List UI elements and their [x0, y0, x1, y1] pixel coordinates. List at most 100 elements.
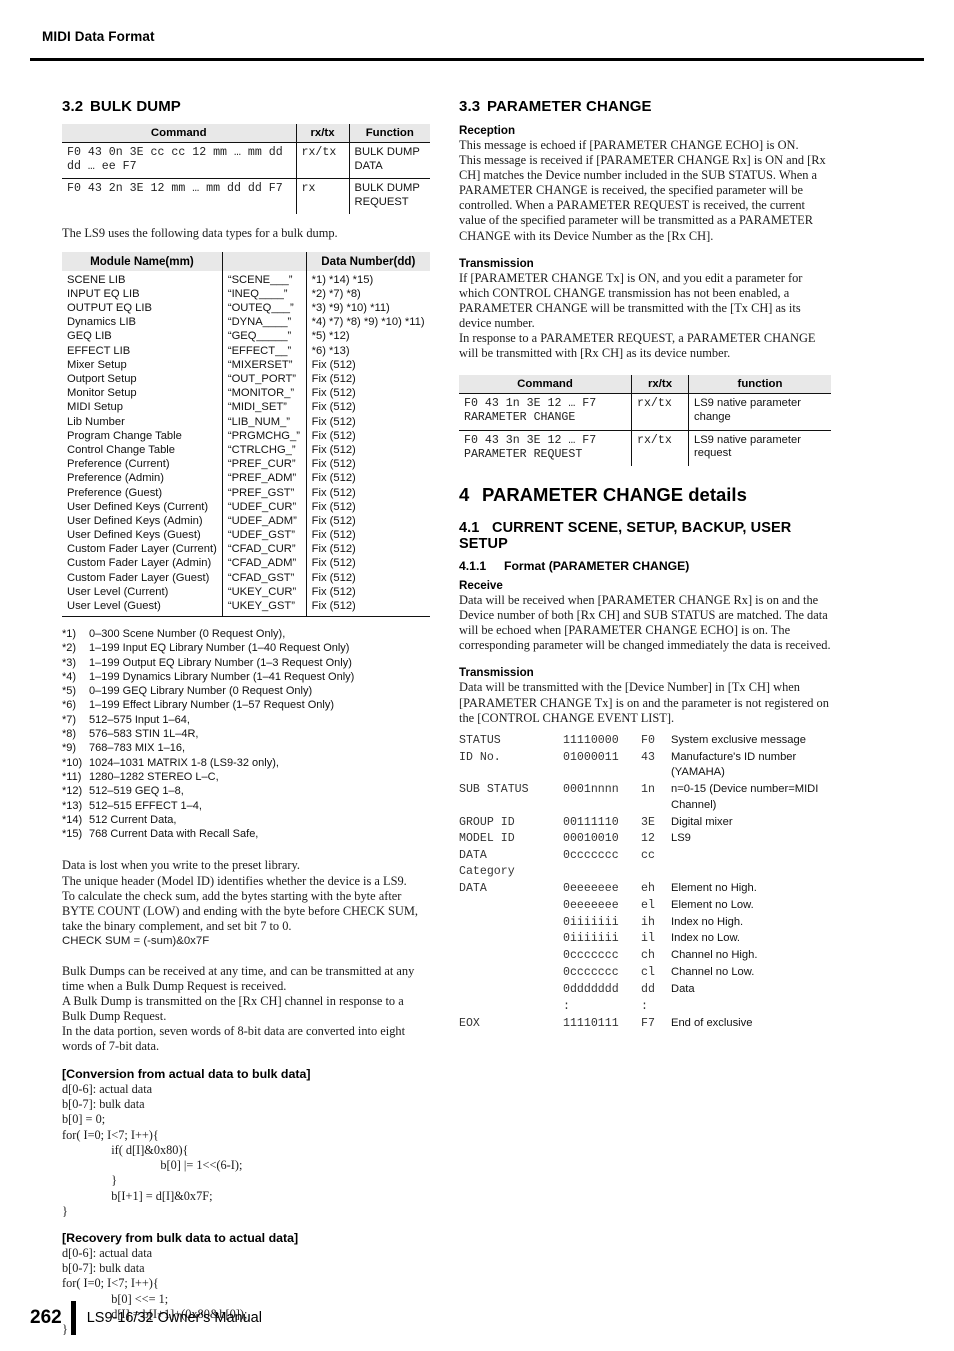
- cell-module-id: “CFAD_CUR”: [221, 542, 307, 557]
- section-title: BULK DUMP: [90, 98, 181, 115]
- format-row: 0ddddddd dd Data: [459, 982, 831, 999]
- transmission-heading-2: Transmission: [459, 666, 534, 680]
- table-row: User Level (Current) “UKEY_CUR” Fix (512): [62, 584, 430, 599]
- document-page: MIDI Data Format 3.2 BULK DUMP Command rx…: [0, 0, 954, 1351]
- table-row: Custom Fader Layer (Admin) “CFAD_ADM” Fix …: [62, 556, 430, 571]
- table-row: Preference (Current) “PREF_CUR” Fix (512): [62, 457, 430, 472]
- table-row: F0 43 2n 3E 12 mm … mm dd dd F7 rx BULK …: [62, 178, 430, 214]
- format-label: [459, 982, 563, 999]
- format-hex: dd: [641, 983, 655, 997]
- format-binary: 0001nnnn: [563, 783, 619, 797]
- format-description: [669, 999, 831, 1016]
- footnote-text: 512–515 EFFECT 1–4,: [89, 799, 202, 812]
- format-binary: 0ddddddd: [563, 983, 619, 997]
- cell-data-number: Fix (512): [305, 414, 430, 429]
- table-row: User Defined Keys (Guest) “UDEF_GST” Fix (…: [62, 527, 430, 543]
- format-row: GROUP ID 00111110 3E Digital mixer: [459, 815, 831, 832]
- cell-module-name: Mixer Setup: [67, 358, 127, 371]
- footnote-text: 512–519 GEQ 1–8,: [89, 785, 184, 798]
- cell-data-number: Fix (512): [305, 485, 430, 500]
- format-description: [669, 848, 831, 880]
- cell-module-id: “UKEY_GST”: [221, 598, 307, 617]
- table-row: Mixer Setup “MIXERSET” Fix (512): [62, 357, 430, 372]
- col-header-function: Function: [348, 124, 430, 143]
- footnote-text: 1–199 Output EQ Library Number (1–3 Requ…: [89, 656, 352, 669]
- format-row: DATA 0eeeeeee eh Element no High.: [459, 881, 831, 898]
- format-description: Digital mixer: [671, 815, 733, 828]
- subsection-number: 4.1: [459, 520, 480, 537]
- format-row: DATA Category 0ccccccc cc: [459, 848, 831, 880]
- footnote-text: 512–575 Input 1–64,: [89, 713, 190, 726]
- format-description: End of exclusive: [671, 1016, 753, 1029]
- footnote-marker: *10): [62, 756, 83, 769]
- cell-data-number: *4) *7) *8) *9) *10) *11): [305, 315, 430, 330]
- cell-module-name: SCENE LIB: [67, 273, 126, 286]
- cell-data-number: *5) *12): [305, 329, 430, 344]
- transmission-text-2: Data will be transmitted with the [Devic…: [459, 680, 829, 725]
- format-binary: 0ccccccc: [563, 966, 619, 980]
- cell-module-name: User Level (Guest): [62, 598, 223, 617]
- footnote-item: *5) 0–199 GEQ Library Number (0 Request O…: [62, 684, 430, 698]
- footnote-marker: *7): [62, 713, 77, 726]
- format-binary: 0ccccccc: [563, 849, 619, 863]
- cell-data-number: Fix (512): [305, 386, 430, 401]
- parameter-change-format-table: STATUS 11110000 F0 System exclusive message…: [459, 733, 831, 1033]
- table-row: GEQ LIB “GEQ_____” *5) *12): [62, 329, 430, 344]
- col-header-command: Command: [62, 124, 297, 143]
- format-row: MODEL ID 00010010 12 LS9: [459, 831, 831, 848]
- table-row: Monitor Setup “MONITOR_” Fix (512): [62, 386, 430, 401]
- format-label: [459, 948, 563, 965]
- bulk-dump-paragraph-2: Bulk Dumps can be received at any time, …: [62, 963, 415, 1053]
- format-label: [459, 999, 563, 1016]
- cell-module-id: “CTRLCHG_”: [221, 442, 307, 458]
- cell-function: LS9 native parameter change: [688, 393, 831, 431]
- subsection-heading-current-scene: 4.1 CURRENT SCENE, SETUP, BACKUP, USER SE…: [459, 520, 831, 552]
- cell-module-name: User Defined Keys (Current): [67, 500, 209, 513]
- table-row: Control Change Table “CTRLCHG_” Fix (512): [62, 442, 430, 458]
- bulk-dump-command-table: Command rx/tx Function F0 43 0n 3E cc cc…: [62, 124, 430, 214]
- footnote-marker: *12): [62, 785, 83, 798]
- cell-module-id: “UKEY_CUR”: [221, 584, 307, 599]
- format-binary: :: [563, 1000, 570, 1014]
- cell-module-name: Program Change Table: [67, 429, 182, 442]
- format-row: 0eeeeeee el Element no Low.: [459, 898, 831, 915]
- format-description: Index no Low.: [671, 932, 741, 945]
- section-heading-bulk-dump: 3.2 BULK DUMP: [62, 98, 430, 115]
- footnote-item: *14) 512 Current Data,: [62, 813, 430, 827]
- cell-data-number: *1) *14) *15): [305, 270, 430, 287]
- footnote-item: *12) 512–519 GEQ 1–8,: [62, 784, 430, 798]
- cell-data-number: *2) *7) *8): [305, 286, 430, 301]
- reception-text: This message is echoed if [PARAMETER CHA…: [459, 138, 826, 243]
- cell-module-name: User Level (Current): [67, 585, 169, 598]
- table-row: User Defined Keys (Current) “UDEF_CUR” Fix…: [62, 499, 430, 514]
- header-rule: [30, 58, 924, 61]
- left-column: 3.2 BULK DUMP Command rx/tx Function F0 4…: [62, 98, 430, 1337]
- cell-module-id: “OUTEQ___”: [221, 300, 307, 316]
- format-row: STATUS 11110000 F0 System exclusive message: [459, 733, 831, 750]
- footnote-marker: *1): [62, 628, 77, 640]
- page-number: 262: [30, 1307, 62, 1328]
- footnote-marker: *3): [62, 656, 77, 669]
- table-row: SCENE LIB “SCENE___” *1) *14) *15): [62, 270, 430, 287]
- format-binary: 01000011: [563, 750, 619, 764]
- table-header-row: Command rx/tx Function: [62, 124, 430, 143]
- footnote-marker: *11): [62, 770, 82, 783]
- table-row: Custom Fader Layer (Guest) “CFAD_GST” Fix …: [62, 570, 430, 585]
- cell-data-number: Fix (512): [305, 556, 430, 571]
- cell-module-name: Custom Fader Layer (Current): [67, 543, 217, 556]
- format-hex: 12: [641, 832, 655, 846]
- cell-rxtx: rx/tx: [295, 141, 350, 179]
- col-header-module-name: Module Name(mm): [62, 251, 223, 271]
- format-description: Channel no High.: [671, 949, 758, 962]
- table-row: EFFECT LIB “EFFECT__” *6) *13): [62, 343, 430, 358]
- format-description: Element no High.: [671, 881, 757, 894]
- cell-module-id: “OUT_PORT”: [221, 371, 307, 387]
- cell-data-number: Fix (512): [305, 442, 430, 458]
- footnote-text: 0–199 GEQ Library Number (0 Request Only…: [89, 685, 313, 698]
- footnote-marker: *9): [62, 742, 77, 755]
- section-number: 3.3: [459, 98, 481, 115]
- table-row: MIDI Setup “MIDI_SET” Fix (512): [62, 400, 430, 415]
- cell-module-id: “CFAD_ADM”: [221, 556, 307, 571]
- format-description: Element no Low.: [671, 898, 754, 911]
- cell-function: BULK DUMP REQUEST: [348, 178, 430, 214]
